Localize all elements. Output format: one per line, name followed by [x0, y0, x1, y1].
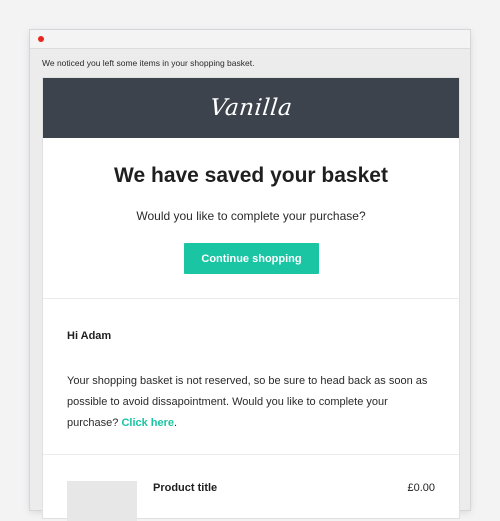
product-price: £0.00 [407, 482, 435, 494]
close-window-button[interactable] [38, 36, 44, 42]
brand-logo: Vanilla [208, 94, 294, 121]
message-paragraph: Your shopping basket is not reserved, so… [67, 371, 437, 434]
email-header: Vanilla [43, 78, 459, 138]
email-body: Vanilla We have saved your basket Would … [42, 77, 460, 521]
product-row[interactable]: Product title £0.00 [43, 455, 459, 521]
window-titlebar [30, 30, 470, 49]
email-preheader: We noticed you left some items in your s… [42, 58, 255, 68]
hero-title: We have saved your basket [114, 164, 388, 187]
email-client-window: We noticed you left some items in your s… [30, 30, 470, 521]
message-end: . [174, 417, 178, 429]
message-section: Hi Adam Your shopping basket is not rese… [43, 299, 459, 455]
hero-subtitle: Would you like to complete your purchase… [136, 209, 366, 223]
hero-section: We have saved your basket Would you like… [43, 138, 459, 299]
product-image[interactable] [67, 481, 137, 521]
continue-shopping-button[interactable]: Continue shopping [184, 243, 319, 274]
greeting: Hi Adam [67, 330, 112, 342]
click-here-link[interactable]: Click here [121, 417, 174, 429]
product-title[interactable]: Product title [153, 482, 217, 494]
